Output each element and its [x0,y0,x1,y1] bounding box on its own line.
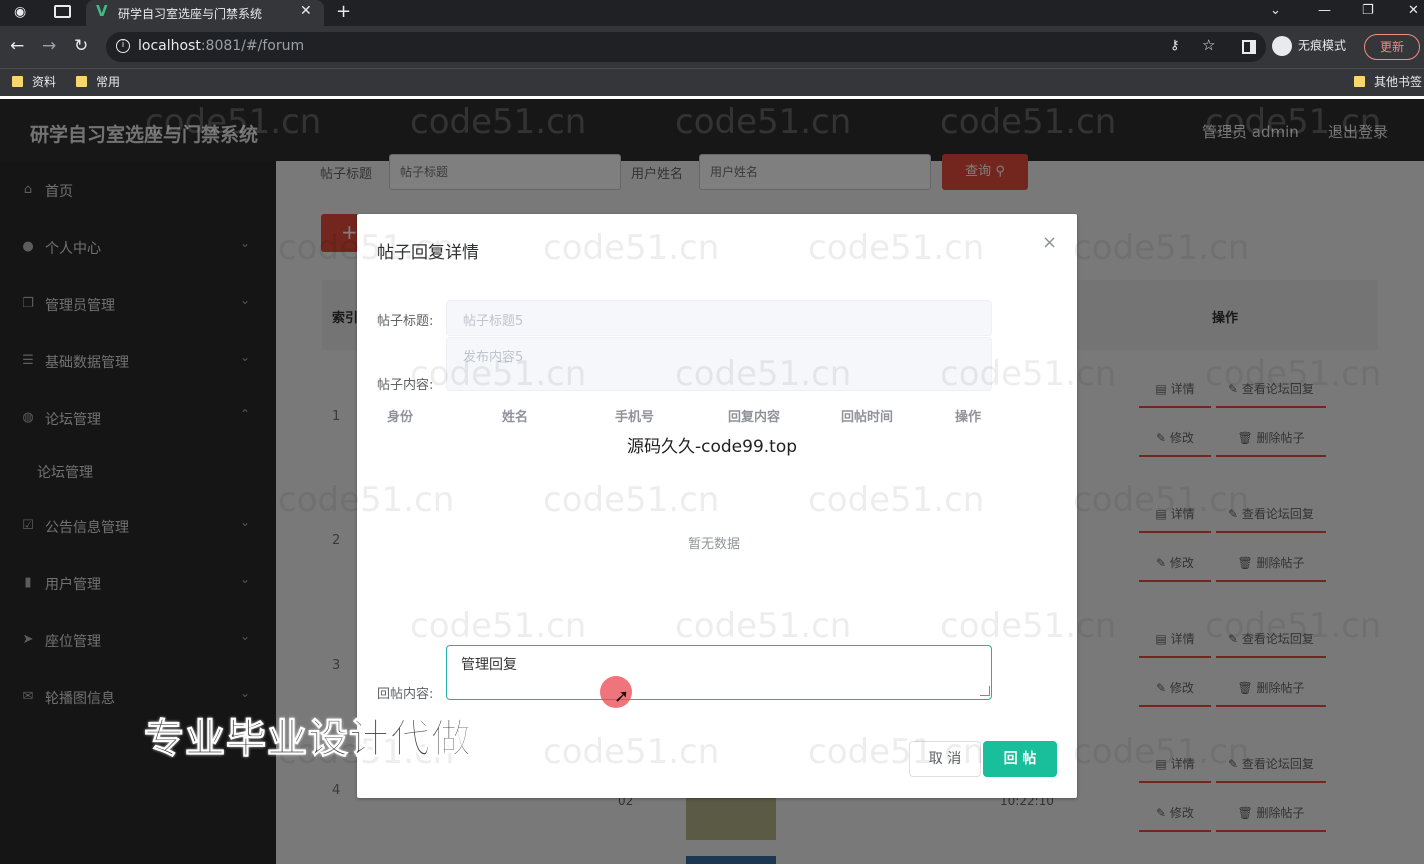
forward-icon[interactable]: → [42,36,56,56]
restore-icon[interactable]: ❐ [1362,3,1374,18]
watermark-text: code51.cn [1205,606,1382,646]
other-bookmarks[interactable]: 其他书签 [1354,73,1422,90]
watermark-text: code51.cn [278,228,455,268]
submit-reply-button[interactable]: 回 帖 [983,741,1057,777]
post-title-label: 帖子标题: [377,314,434,329]
watermark-text: code51.cn [808,228,985,268]
new-tab-icon[interactable]: + [336,1,351,22]
chevron-down-icon[interactable]: ⌄ [1270,3,1281,18]
bookmarks-bar [0,68,1424,96]
watermark-text: code51.cn [543,732,720,772]
side-panel-icon[interactable] [1242,40,1256,54]
watermark-text: code51.cn [940,606,1117,646]
promo-banner: 专业毕业设计代做 [144,716,472,763]
mouse-pointer-icon: ➚ [614,686,630,707]
watermark-text: code51.cn [1073,480,1250,520]
reply-textarea[interactable]: 管理回复 [446,645,992,700]
omnibox[interactable]: i localhost:8081/#/forum ⚷ ☆ [106,32,1266,62]
watermark-text: code51.cn [808,732,985,772]
tab-search-icon[interactable] [54,5,71,18]
folder-icon [76,76,87,87]
folder-icon [12,76,23,87]
resize-handle-icon[interactable] [980,686,990,696]
tab-close-icon[interactable]: ✕ [300,3,312,19]
watermark-text: code51.cn [940,102,1117,142]
watermark-text: code51.cn [1073,228,1250,268]
col-reply-time: 回帖时间 [841,410,894,425]
watermark-text: code51.cn [1205,102,1382,142]
source-watermark: 源码久久-code99.top [627,437,798,457]
watermark-text: code51.cn [543,228,720,268]
tab-title: 研学自习室选座与门禁系统 [118,7,263,21]
reply-label: 回帖内容: [377,687,434,702]
watermark-text: code51.cn [410,102,587,142]
watermark-text: code51.cn [410,606,587,646]
watermark-text: code51.cn [1205,354,1382,394]
col-ops: 操作 [955,410,982,425]
folder-icon [1354,76,1365,87]
reload-icon[interactable]: ↻ [74,36,88,56]
watermark-text: code51.cn [145,102,322,142]
col-phone: 手机号 [615,410,655,425]
dialog-close-icon[interactable]: × [1042,232,1057,253]
watermark-text: code51.cn [675,102,852,142]
watermark-text: code51.cn [543,480,720,520]
key-icon[interactable]: ⚷ [1170,38,1180,53]
empty-table-text: 暂无数据 [688,537,741,552]
browser-tab[interactable]: V 研学自习室选座与门禁系统 ✕ [86,0,324,26]
vue-logo-icon: V [96,2,108,20]
watermark-text: code51.cn [808,480,985,520]
col-reply-content: 回复内容 [728,410,781,425]
watermark-text: code51.cn [675,606,852,646]
bookmark-folder-0[interactable]: 资料 [12,73,56,90]
update-button[interactable]: 更新 [1364,34,1420,60]
window-close-icon[interactable]: ✕ [1408,3,1419,18]
site-info-icon[interactable]: i [116,39,130,53]
url-text: localhost:8081/#/forum [138,38,305,54]
watermark-text: code51.cn [675,354,852,394]
back-icon[interactable]: ← [10,36,24,56]
watermark-text: code51.cn [940,354,1117,394]
watermark-text: code51.cn [410,354,587,394]
minimize-icon[interactable]: — [1318,3,1331,18]
star-icon[interactable]: ☆ [1202,36,1215,54]
post-title-field: 帖子标题5 [446,300,992,336]
watermark-text: code51.cn [278,480,455,520]
incognito-icon [1272,36,1292,56]
bookmark-folder-1[interactable]: 常用 [76,73,120,90]
col-name: 姓名 [502,410,529,425]
col-identity: 身份 [387,410,414,425]
incognito-indicator[interactable]: 无痕模式 [1272,36,1346,56]
globe-icon[interactable]: ◉ [14,4,26,20]
watermark-text: code51.cn [1073,732,1250,772]
